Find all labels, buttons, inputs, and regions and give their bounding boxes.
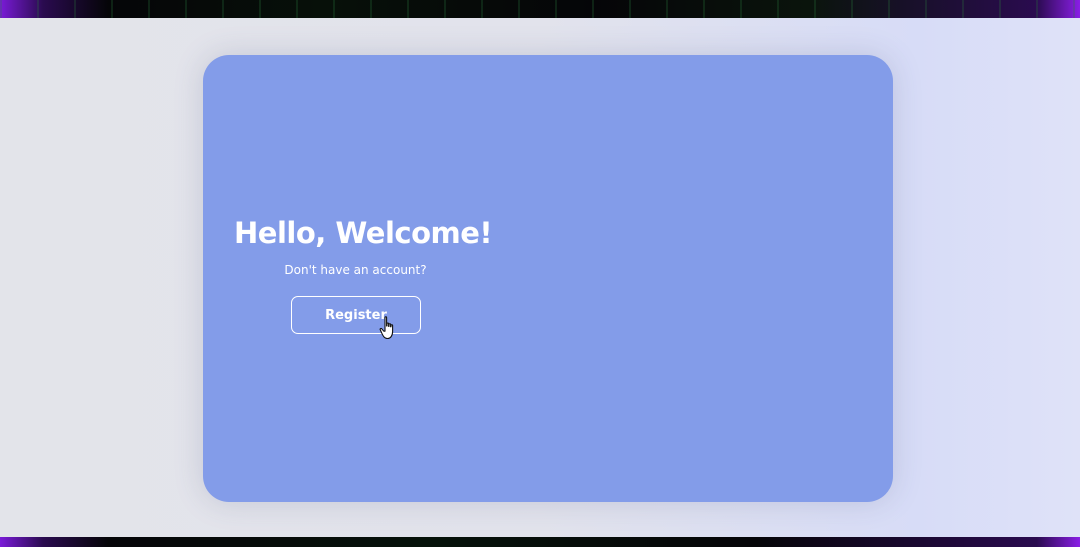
hand-pointer-icon xyxy=(379,316,394,340)
background-video-strip-top xyxy=(0,0,1080,18)
register-button[interactable]: Register xyxy=(291,296,421,334)
register-button-label: Register xyxy=(325,307,387,323)
background-video-strip-bottom xyxy=(0,537,1080,547)
account-prompt-text: Don't have an account? xyxy=(284,263,427,277)
welcome-title: Hello, Welcome! xyxy=(234,216,493,250)
welcome-panel: Hello, Welcome! Don't have an account? R… xyxy=(203,55,508,502)
auth-card: Hello, Welcome! Don't have an account? R… xyxy=(203,55,893,502)
